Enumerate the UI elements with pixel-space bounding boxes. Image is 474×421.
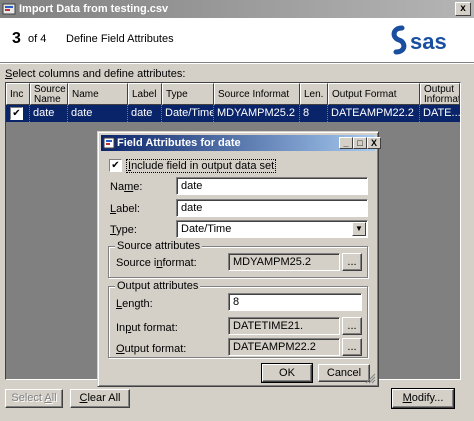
- sas-logo: sas: [391, 25, 447, 55]
- output-format-browse-button[interactable]: ...: [342, 338, 362, 356]
- modify-button[interactable]: Modify...: [391, 388, 455, 409]
- cell-source-name: date: [30, 105, 68, 122]
- step-of: of 4: [28, 33, 47, 45]
- dialog-icon: [103, 137, 115, 149]
- length-field[interactable]: 8: [228, 293, 362, 311]
- output-format-field: DATEAMPM22.2: [228, 338, 340, 356]
- name-field[interactable]: date: [176, 177, 368, 195]
- input-format-browse-button[interactable]: ...: [342, 317, 362, 335]
- cell-source-informat: MDYAMPM25.2: [214, 105, 300, 122]
- name-label: Name:: [110, 181, 143, 193]
- source-informat-browse-button[interactable]: ...: [342, 253, 362, 271]
- type-select[interactable]: Date/Time ▼: [176, 220, 368, 238]
- cancel-button[interactable]: Cancel: [318, 364, 370, 382]
- dialog-close-button[interactable]: X: [367, 137, 381, 149]
- column-header-source-informat[interactable]: Source Informat: [214, 83, 300, 105]
- cell-len: 8: [300, 105, 328, 122]
- instructions-label: Select columns and define attributes:: [5, 68, 186, 80]
- source-informat-label: Source informat:: [116, 257, 197, 269]
- step-title: Define Field Attributes: [66, 33, 174, 45]
- column-header-type[interactable]: Type: [162, 83, 214, 105]
- column-header-source-name[interactable]: Source Name: [30, 83, 68, 105]
- include-checkbox[interactable]: ✔: [10, 107, 23, 120]
- dialog-title: Field Attributes for date: [117, 137, 241, 149]
- field-attributes-dialog: Field Attributes for date _ □ X ✔ Includ…: [97, 131, 381, 387]
- cell-name: date: [68, 105, 128, 122]
- source-attributes-title: Source attributes: [115, 240, 203, 252]
- sas-logo-text: sas: [410, 29, 447, 54]
- table-row[interactable]: ✔ date date date Date/Time MDYAMPM25.2 8…: [6, 105, 460, 122]
- cell-output-informat: DATE...: [423, 107, 460, 119]
- clear-all-button[interactable]: Clear All: [70, 389, 130, 408]
- import-wizard-window: Import Data from testing.csv x 3 of 4 De…: [0, 0, 474, 421]
- type-select-value: Date/Time: [181, 223, 232, 235]
- column-header-name[interactable]: Name: [68, 83, 128, 105]
- window-close-button[interactable]: x: [455, 2, 471, 16]
- cell-type: Date/Time: [162, 105, 214, 122]
- step-number: 3: [12, 30, 21, 47]
- resize-grip-icon[interactable]: [365, 373, 376, 384]
- dialog-maximize-button[interactable]: □: [353, 137, 367, 149]
- column-header-label[interactable]: Label: [128, 83, 162, 105]
- cell-output-format: DATEAMPM22.2: [328, 105, 420, 122]
- column-header-output-informat[interactable]: Output Informat: [420, 83, 460, 105]
- include-field-label[interactable]: Include field in output data set: [126, 159, 277, 173]
- dialog-minimize-button[interactable]: _: [339, 137, 353, 149]
- output-format-label: Output format:: [116, 343, 187, 355]
- column-header-output-format[interactable]: Output Format: [328, 83, 420, 105]
- type-label: Type:: [110, 224, 137, 236]
- source-informat-field: MDYAMPM25.2: [228, 253, 340, 271]
- cell-label: date: [128, 105, 162, 122]
- column-header-len[interactable]: Len.: [300, 83, 328, 105]
- app-icon: [2, 3, 16, 15]
- window-title: Import Data from testing.csv: [19, 3, 169, 15]
- select-all-button[interactable]: Select All: [5, 389, 63, 408]
- wizard-header: 3 of 4 Define Field Attributes sas: [0, 18, 474, 62]
- dialog-titlebar[interactable]: Field Attributes for date _ □ X: [101, 135, 381, 151]
- window-titlebar[interactable]: Import Data from testing.csv x: [0, 0, 474, 18]
- input-format-label: Input format:: [116, 322, 178, 334]
- chevron-down-icon[interactable]: ▼: [352, 222, 366, 236]
- header-separator: [0, 62, 474, 64]
- column-header-inc[interactable]: Inc: [6, 83, 30, 105]
- length-label: Length:: [116, 298, 153, 310]
- include-field-checkbox[interactable]: ✔: [109, 159, 122, 172]
- ok-button[interactable]: OK: [261, 363, 313, 383]
- cell-inc: ✔: [6, 105, 30, 122]
- output-attributes-title: Output attributes: [115, 280, 201, 292]
- label-field[interactable]: date: [176, 199, 368, 217]
- input-format-field: DATETIME21.: [228, 317, 340, 335]
- label-label: Label:: [110, 203, 140, 215]
